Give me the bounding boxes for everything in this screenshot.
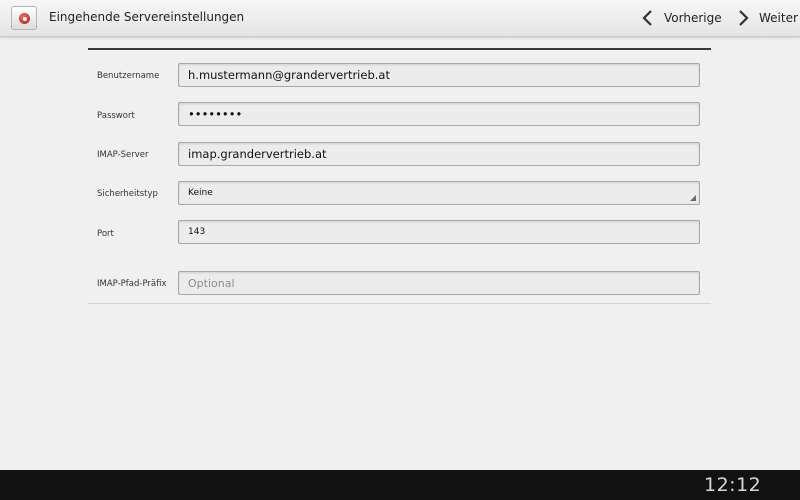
- username-field[interactable]: h.mustermann@grandervertrieb.at: [178, 63, 700, 87]
- port-label: Port: [97, 229, 114, 239]
- chevron-right-icon: [739, 10, 749, 26]
- action-bar: Eingehende Servereinstellungen Vorherige…: [0, 0, 800, 37]
- page-title: Eingehende Servereinstellungen: [49, 10, 245, 24]
- dropdown-arrow-icon: [690, 195, 696, 201]
- previous-button-label: Vorherige: [664, 11, 722, 25]
- server-field[interactable]: imap.grandervertrieb.at: [178, 142, 700, 166]
- next-button-label: Weiter: [759, 11, 798, 25]
- next-button[interactable]: Weiter: [735, 9, 798, 27]
- server-label: IMAP-Server: [97, 150, 149, 160]
- username-value: h.mustermann@grandervertrieb.at: [188, 68, 390, 82]
- form-top-divider: [88, 48, 711, 50]
- port-field[interactable]: 143: [178, 220, 700, 244]
- security-value: Keine: [188, 188, 213, 198]
- password-label: Passwort: [97, 111, 135, 121]
- prefix-field[interactable]: Optional: [178, 271, 700, 295]
- server-value: imap.grandervertrieb.at: [188, 147, 327, 161]
- prefix-placeholder: Optional: [188, 276, 235, 290]
- chevron-left-icon: [642, 10, 652, 26]
- password-field[interactable]: ••••••••: [178, 102, 700, 126]
- username-label: Benutzername: [97, 71, 160, 81]
- password-value: ••••••••: [188, 107, 243, 121]
- app-icon[interactable]: [11, 6, 37, 30]
- previous-button[interactable]: Vorherige: [640, 9, 722, 27]
- form-bottom-divider: [88, 303, 711, 304]
- security-label: Sicherheitstyp: [97, 189, 158, 199]
- port-value: 143: [188, 227, 206, 237]
- security-type-spinner[interactable]: Keine: [178, 181, 700, 205]
- system-bar: [0, 470, 800, 500]
- prefix-label: IMAP-Pfad-Präfix: [97, 279, 167, 289]
- clock: 12:12: [704, 474, 762, 496]
